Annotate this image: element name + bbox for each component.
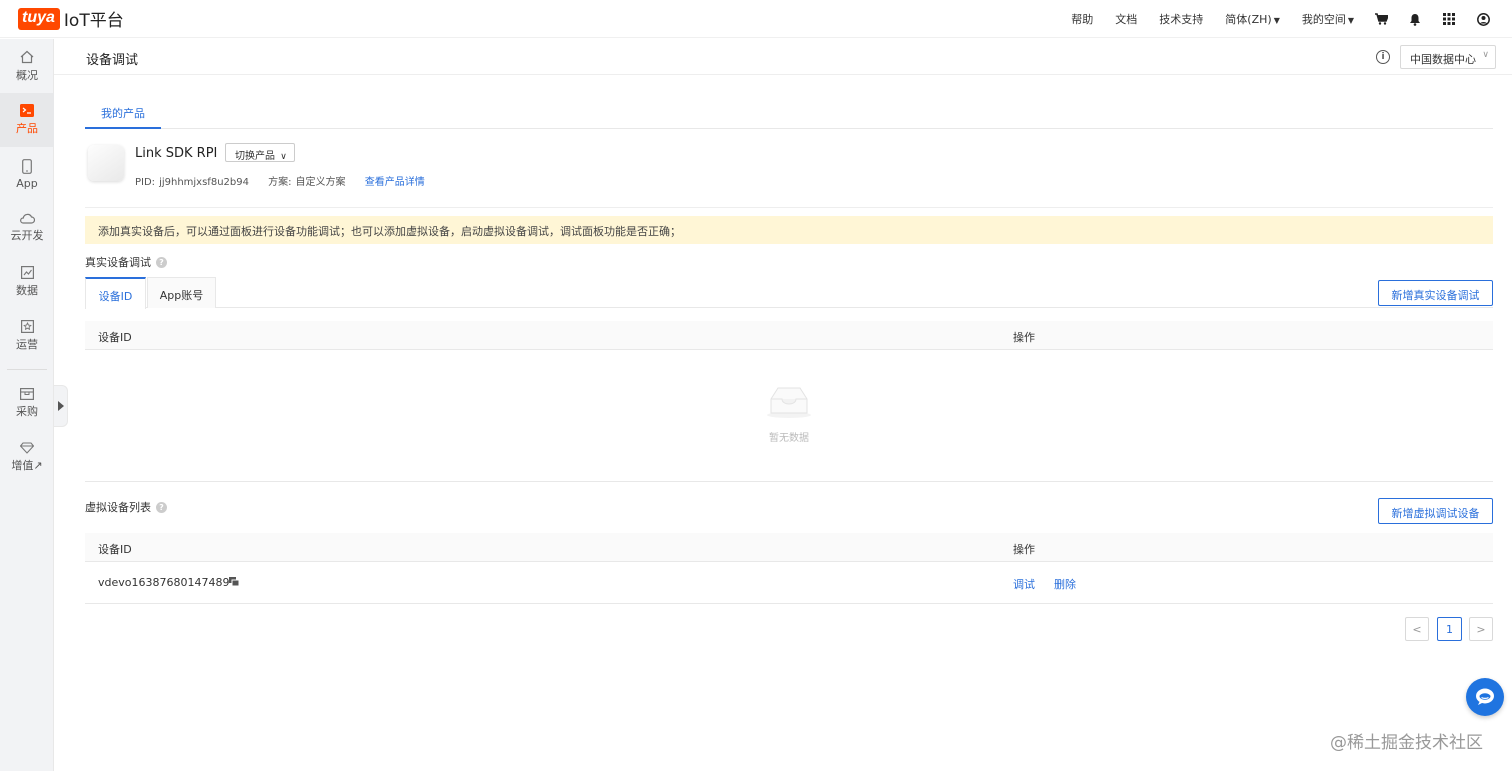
apps-grid-icon[interactable] (1442, 12, 1456, 26)
sidebar-expand-toggle[interactable] (54, 385, 68, 427)
virtual-table-header: 设备ID 操作 (85, 533, 1493, 562)
sidebar-item-product[interactable]: 产品 (0, 93, 54, 147)
terminal-icon (20, 104, 34, 117)
real-debug-table-header: 设备ID 操作 (85, 321, 1493, 350)
data-center-select[interactable]: 中国数据中心 ∨ (1400, 45, 1496, 69)
chevron-down-icon: ∨ (1482, 50, 1489, 60)
view-product-detail-link[interactable]: 查看产品详情 (365, 177, 425, 188)
pid-label: PID: (135, 177, 156, 188)
caret-down-icon: ▼ (1273, 16, 1280, 25)
nav-help[interactable]: 帮助 (1071, 11, 1093, 27)
page-header: 设备调试 i 中国数据中心 ∨ (54, 39, 1512, 75)
sidebar-item-overview[interactable]: 概况 (0, 39, 54, 93)
sidebar-divider (6, 369, 47, 370)
home-icon (20, 50, 34, 63)
chart-icon (20, 266, 34, 279)
empty-inbox-icon (767, 387, 811, 418)
box-icon (20, 387, 34, 400)
sidebar-item-label: 产品 (16, 122, 38, 135)
nav-support[interactable]: 技术支持 (1159, 11, 1203, 27)
triangle-right-icon (57, 401, 64, 411)
product-card: Link SDK RPI 切换产品 ∨ PID: jj9hhmjxsf8u2b94… (85, 143, 1493, 208)
empty-text: 暂无数据 (769, 433, 809, 444)
virtual-list-section-label: 虚拟设备列表 ? (85, 499, 167, 515)
pagination-prev-button[interactable]: < (1405, 617, 1429, 641)
sidebar: 概况 产品 App 云开发 数据 运营 采购 增值↗ (0, 39, 54, 771)
tuya-logo-mark: tuya (18, 7, 60, 30)
add-real-device-debug-button[interactable]: 新增真实设备调试 (1378, 280, 1493, 306)
notice-banner: 添加真实设备后，可以通过面板进行设备功能调试；也可以添加虚拟设备，启动虚拟设备调… (85, 216, 1493, 244)
customer-service-button[interactable] (1466, 678, 1504, 716)
sidebar-item-purchase[interactable]: 采购 (0, 376, 54, 430)
sidebar-item-value-added[interactable]: 增值↗ (0, 430, 54, 484)
column-actions: 操作 (1013, 331, 1035, 344)
caret-down-icon: ▼ (1347, 16, 1354, 25)
sidebar-item-label: 运营 (16, 338, 38, 351)
help-icon[interactable]: ? (156, 256, 167, 268)
my-space-menu[interactable]: 我的空间 ▼ (1302, 11, 1354, 27)
page-title: 设备调试 (86, 53, 139, 68)
product-image (88, 145, 124, 181)
cloud-icon (20, 213, 35, 224)
virtual-list-label: 虚拟设备列表 (85, 501, 151, 514)
watermark-text: @稀土掘金技术社区 (1330, 733, 1483, 753)
my-space-label: 我的空间 (1301, 13, 1346, 26)
debug-action-link[interactable]: 调试 (1013, 576, 1035, 592)
phone-icon (22, 158, 32, 174)
scheme-label: 方案: (268, 177, 292, 188)
top-nav: 帮助 文档 技术支持 简体(ZH) ▼ 我的空间 ▼ (1049, 0, 1490, 38)
sidebar-item-label: 采购 (16, 404, 38, 418)
pid-value: jj9hhmjxsf8u2b94 (159, 177, 249, 188)
chat-bubble-icon (1476, 688, 1494, 705)
sidebar-item-data[interactable]: 数据 (0, 255, 54, 309)
real-debug-label: 真实设备调试 (85, 256, 151, 269)
user-icon[interactable] (1476, 12, 1490, 26)
data-center-value: 中国数据中心 (1410, 53, 1476, 66)
copy-icon[interactable] (229, 577, 239, 586)
column-device-id: 设备ID (98, 331, 132, 344)
empty-state: 暂无数据 (85, 351, 1493, 482)
switch-product-button[interactable]: 切换产品 ∨ (225, 143, 295, 162)
sidebar-item-operation[interactable]: 运营 (0, 309, 54, 363)
tab-device-id[interactable]: 设备ID (85, 277, 146, 309)
help-icon[interactable]: ? (156, 501, 167, 513)
sidebar-item-label: 云开发 (10, 229, 44, 242)
logo-text: IoT平台 (63, 11, 124, 31)
sidebar-item-label: 增值↗ (11, 458, 43, 472)
pagination-page-1[interactable]: 1 (1437, 617, 1462, 641)
bell-icon[interactable] (1408, 12, 1422, 26)
star-icon (20, 320, 34, 333)
real-debug-tabs: 设备ID App账号 (85, 277, 1493, 309)
delete-action-link[interactable]: 删除 (1054, 576, 1076, 592)
add-virtual-device-button[interactable]: 新增虚拟调试设备 (1378, 498, 1493, 524)
cart-icon[interactable] (1374, 12, 1388, 26)
sidebar-item-cloud-dev[interactable]: 云开发 (0, 201, 54, 255)
product-name: Link SDK RPI (135, 146, 218, 161)
real-debug-section-label: 真实设备调试 ? (85, 254, 167, 270)
nav-docs[interactable]: 文档 (1115, 11, 1137, 27)
switch-product-label: 切换产品 (235, 151, 275, 162)
logo[interactable]: tuya IoT平台 (18, 6, 124, 31)
column-actions: 操作 (1013, 543, 1035, 556)
top-bar: tuya IoT平台 帮助 文档 技术支持 简体(ZH) ▼ 我的空间 ▼ (0, 0, 1512, 38)
sidebar-item-label: 概况 (16, 68, 38, 82)
sidebar-item-app[interactable]: App (0, 147, 54, 201)
tab-app-account[interactable]: App账号 (147, 277, 216, 308)
diamond-icon (20, 441, 34, 454)
language-switch[interactable]: 简体(ZH) ▼ (1225, 11, 1280, 27)
sidebar-item-label: 数据 (16, 284, 38, 297)
virtual-device-id: vdevo163876801474897 (98, 576, 237, 589)
pagination-next-button[interactable]: > (1469, 617, 1493, 641)
scheme-value: 自定义方案 (295, 177, 346, 188)
table-row: vdevo163876801474897 调试 删除 (85, 562, 1493, 604)
sidebar-item-label: App (16, 176, 38, 190)
language-label: 简体(ZH) (1225, 13, 1272, 26)
product-meta: PID: jj9hhmjxsf8u2b94 方案: 自定义方案 查看产品详情 (135, 173, 425, 188)
column-device-id: 设备ID (98, 543, 132, 556)
tab-my-products[interactable]: 我的产品 (85, 97, 161, 129)
chevron-down-icon: ∨ (280, 152, 287, 162)
product-tabs: 我的产品 (85, 97, 1493, 129)
info-icon[interactable]: i (1376, 50, 1390, 64)
